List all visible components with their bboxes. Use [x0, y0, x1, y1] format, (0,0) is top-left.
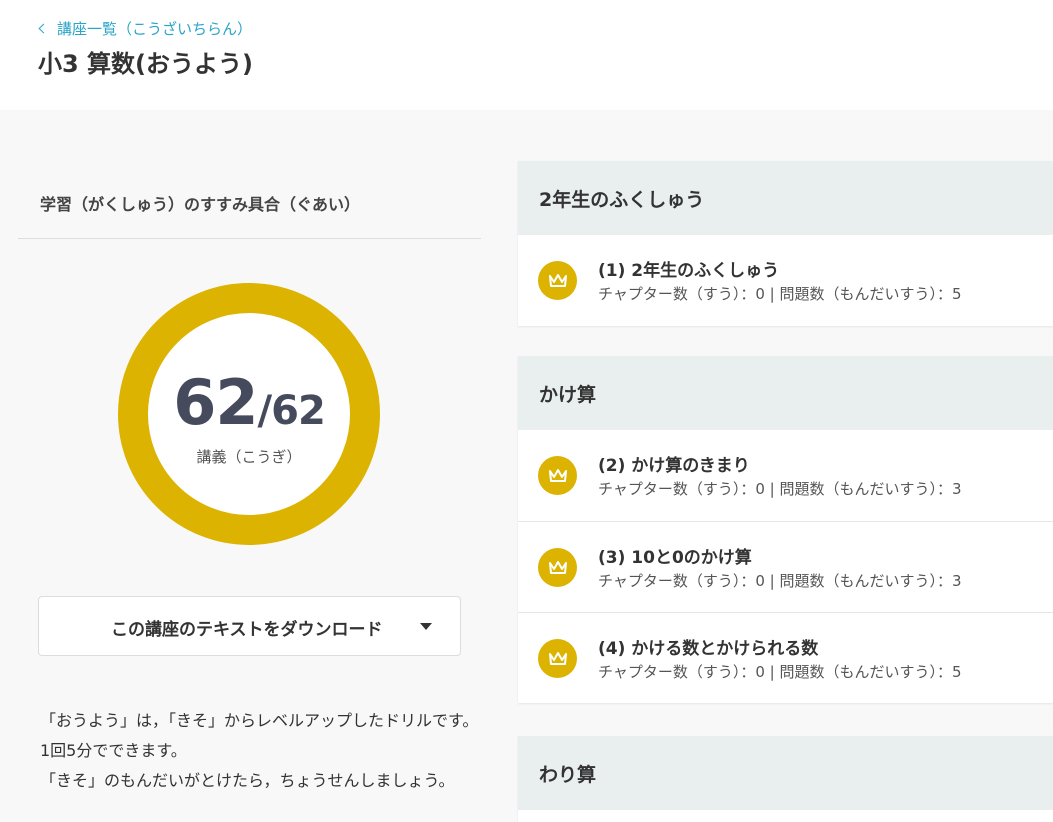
- completed-count: 62: [173, 366, 258, 439]
- back-to-course-list-link[interactable]: 講座一覧（こうざいちらん）: [38, 18, 253, 39]
- lesson-item[interactable]: (4) かける数とかけられる数 チャプター数（すう）：0 | 問題数（もんだいす…: [518, 612, 1053, 703]
- description-line: 「おうよう」は，「きそ」からレベルアップしたドリルです。1回5分でできます。: [40, 711, 479, 760]
- unit-header: わり算: [518, 736, 1053, 810]
- unit-header: かけ算: [518, 356, 1053, 430]
- page-title: 小3 算数(おうよう): [38, 50, 253, 78]
- download-button-label: この講座のテキストをダウンロード: [111, 620, 383, 640]
- total-count: 62: [271, 388, 326, 434]
- caret-down-icon: [420, 623, 432, 630]
- crown-icon: [538, 456, 577, 495]
- page-header: 講座一覧（こうざいちらん） 小3 算数(おうよう): [0, 0, 1053, 110]
- crown-icon: [538, 639, 577, 678]
- count-separator: /: [257, 388, 273, 434]
- progress-heading: 学習（がくしゅう）のすすみ具合（ぐあい）: [40, 195, 361, 214]
- download-text-button[interactable]: この講座のテキストをダウンロード: [38, 596, 461, 656]
- lesson-title: (1) 2年生のふくしゅう: [598, 261, 780, 281]
- unit-header: 2年生のふくしゅう: [518, 161, 1053, 235]
- unit-card: 2年生のふくしゅう (1) 2年生のふくしゅう チャプター数（すう）：0 | 問…: [518, 161, 1053, 326]
- progress-unit-label: 講義（こうぎ）: [196, 448, 302, 466]
- lesson-title: (4) かける数とかけられる数: [598, 639, 819, 659]
- crown-icon: [538, 261, 577, 300]
- divider: [18, 238, 481, 239]
- description-line: 「きそ」のもんだいがとけたら，ちょうせんしましょう。: [40, 771, 455, 790]
- progress-count: 62/62: [118, 372, 380, 434]
- lesson-item[interactable]: (3) 10と0のかけ算 チャプター数（すう）：0 | 問題数（もんだいすう）：…: [518, 521, 1053, 612]
- lesson-title: (2) かけ算のきまり: [598, 456, 750, 476]
- lesson-title: (3) 10と0のかけ算: [598, 548, 752, 568]
- lesson-meta: チャプター数（すう）：0 | 問題数（もんだいすう）：5: [598, 663, 962, 681]
- lesson-meta: チャプター数（すう）：0 | 問題数（もんだいすう）：3: [598, 480, 962, 498]
- lesson-item[interactable]: (1) 2年生のふくしゅう チャプター数（すう）：0 | 問題数（もんだいすう）…: [518, 235, 1053, 326]
- back-link-label: 講座一覧（こうざいちらん）: [57, 20, 253, 38]
- chevron-left-icon: [38, 23, 49, 34]
- unit-card: わり算: [518, 736, 1053, 822]
- unit-card: かけ算 (2) かけ算のきまり チャプター数（すう）：0 | 問題数（もんだいす…: [518, 356, 1053, 703]
- lesson-meta: チャプター数（すう）：0 | 問題数（もんだいすう）：3: [598, 572, 962, 590]
- crown-icon: [538, 548, 577, 587]
- lesson-item[interactable]: (2) かけ算のきまり チャプター数（すう）：0 | 問題数（もんだいすう）：3: [518, 430, 1053, 521]
- lesson-meta: チャプター数（すう）：0 | 問題数（もんだいすう）：5: [598, 285, 962, 303]
- course-description: 「おうよう」は，「きそ」からレベルアップしたドリルです。1回5分でできます。 「…: [40, 706, 480, 796]
